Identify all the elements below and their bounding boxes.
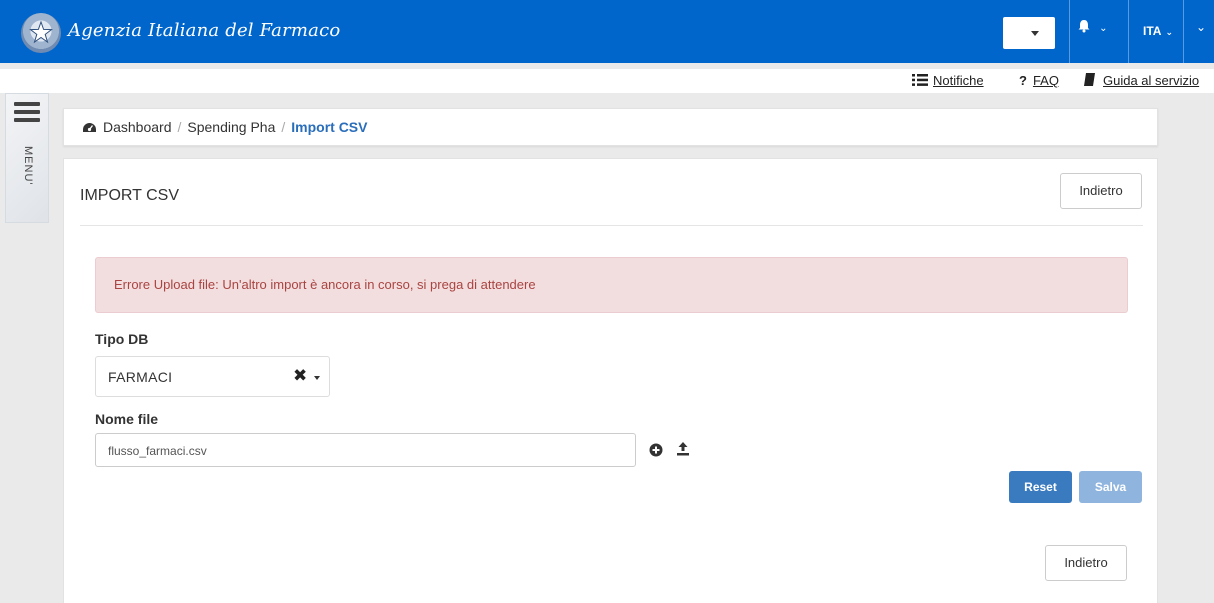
language-label: ITA bbox=[1143, 24, 1162, 38]
hamburger-icon bbox=[14, 102, 40, 126]
guide-link[interactable]: Guida al servizio bbox=[1083, 73, 1199, 88]
faq-link-label: FAQ bbox=[1032, 73, 1059, 88]
top-navbar: Agenzia Italiana del Farmaco ⌄ ITA ⌄ ⌄ bbox=[0, 0, 1214, 63]
error-alert: Errore Upload file: Un'altro import è an… bbox=[95, 257, 1128, 313]
question-icon: ? bbox=[1019, 73, 1027, 88]
divider bbox=[1069, 0, 1070, 63]
db-type-label: Tipo DB bbox=[95, 331, 149, 347]
back-button-top[interactable]: Indietro bbox=[1060, 173, 1142, 209]
page-title: IMPORT CSV bbox=[80, 187, 179, 204]
user-menu-chevron-icon[interactable]: ⌄ bbox=[1196, 20, 1206, 34]
notifications-link-label: Notifiche bbox=[933, 73, 984, 88]
import-csv-panel: IMPORT CSV Indietro Errore Upload file: … bbox=[63, 158, 1158, 603]
plus-circle-icon[interactable] bbox=[648, 442, 664, 458]
chevron-down-icon: ⌄ bbox=[1099, 23, 1108, 34]
db-type-value: FARMACI bbox=[108, 369, 173, 385]
caret-down-icon bbox=[1031, 31, 1039, 36]
reset-button[interactable]: Reset bbox=[1009, 471, 1072, 503]
save-button[interactable]: Salva bbox=[1079, 471, 1142, 503]
caret-down-icon bbox=[314, 376, 320, 380]
chevron-down-icon: ⌄ bbox=[1165, 27, 1173, 37]
side-menu-toggle[interactable]: MENU' bbox=[5, 93, 49, 223]
list-icon bbox=[912, 74, 928, 86]
notifications-menu[interactable]: ⌄ bbox=[1077, 18, 1117, 48]
file-name-input[interactable]: flusso_farmaci.csv bbox=[95, 433, 636, 467]
guide-link-label: Guida al servizio bbox=[1103, 73, 1200, 88]
republic-emblem-logo bbox=[21, 13, 61, 53]
book-icon bbox=[1084, 73, 1095, 86]
top-dropdown[interactable] bbox=[1003, 17, 1055, 49]
breadcrumb-dashboard[interactable]: Dashboard bbox=[103, 119, 172, 135]
breadcrumb-spending-pha[interactable]: Spending Pha bbox=[187, 119, 275, 135]
breadcrumb-current: Import CSV bbox=[291, 119, 368, 135]
dashboard-icon bbox=[83, 123, 96, 132]
bell-icon bbox=[1078, 20, 1090, 33]
db-type-select[interactable]: FARMACI ✖ bbox=[95, 356, 330, 397]
brand-title[interactable]: Agenzia Italiana del Farmaco bbox=[68, 20, 340, 41]
divider bbox=[80, 225, 1143, 226]
upload-icon[interactable] bbox=[675, 441, 691, 457]
divider bbox=[1183, 0, 1184, 63]
divider bbox=[1128, 0, 1129, 63]
notifications-link[interactable]: Notifiche bbox=[912, 73, 984, 88]
file-name-label: Nome file bbox=[95, 411, 159, 427]
clear-icon[interactable]: ✖ bbox=[293, 366, 307, 386]
breadcrumb: Dashboard / Spending Pha / Import CSV bbox=[63, 108, 1158, 146]
back-button-bottom[interactable]: Indietro bbox=[1045, 545, 1127, 581]
faq-link[interactable]: ? FAQ bbox=[1019, 73, 1059, 88]
menu-label: MENU' bbox=[22, 146, 34, 186]
language-selector[interactable]: ITA ⌄ bbox=[1143, 24, 1173, 38]
utility-links-bar: Notifiche ? FAQ Guida al servizio bbox=[0, 69, 1214, 93]
